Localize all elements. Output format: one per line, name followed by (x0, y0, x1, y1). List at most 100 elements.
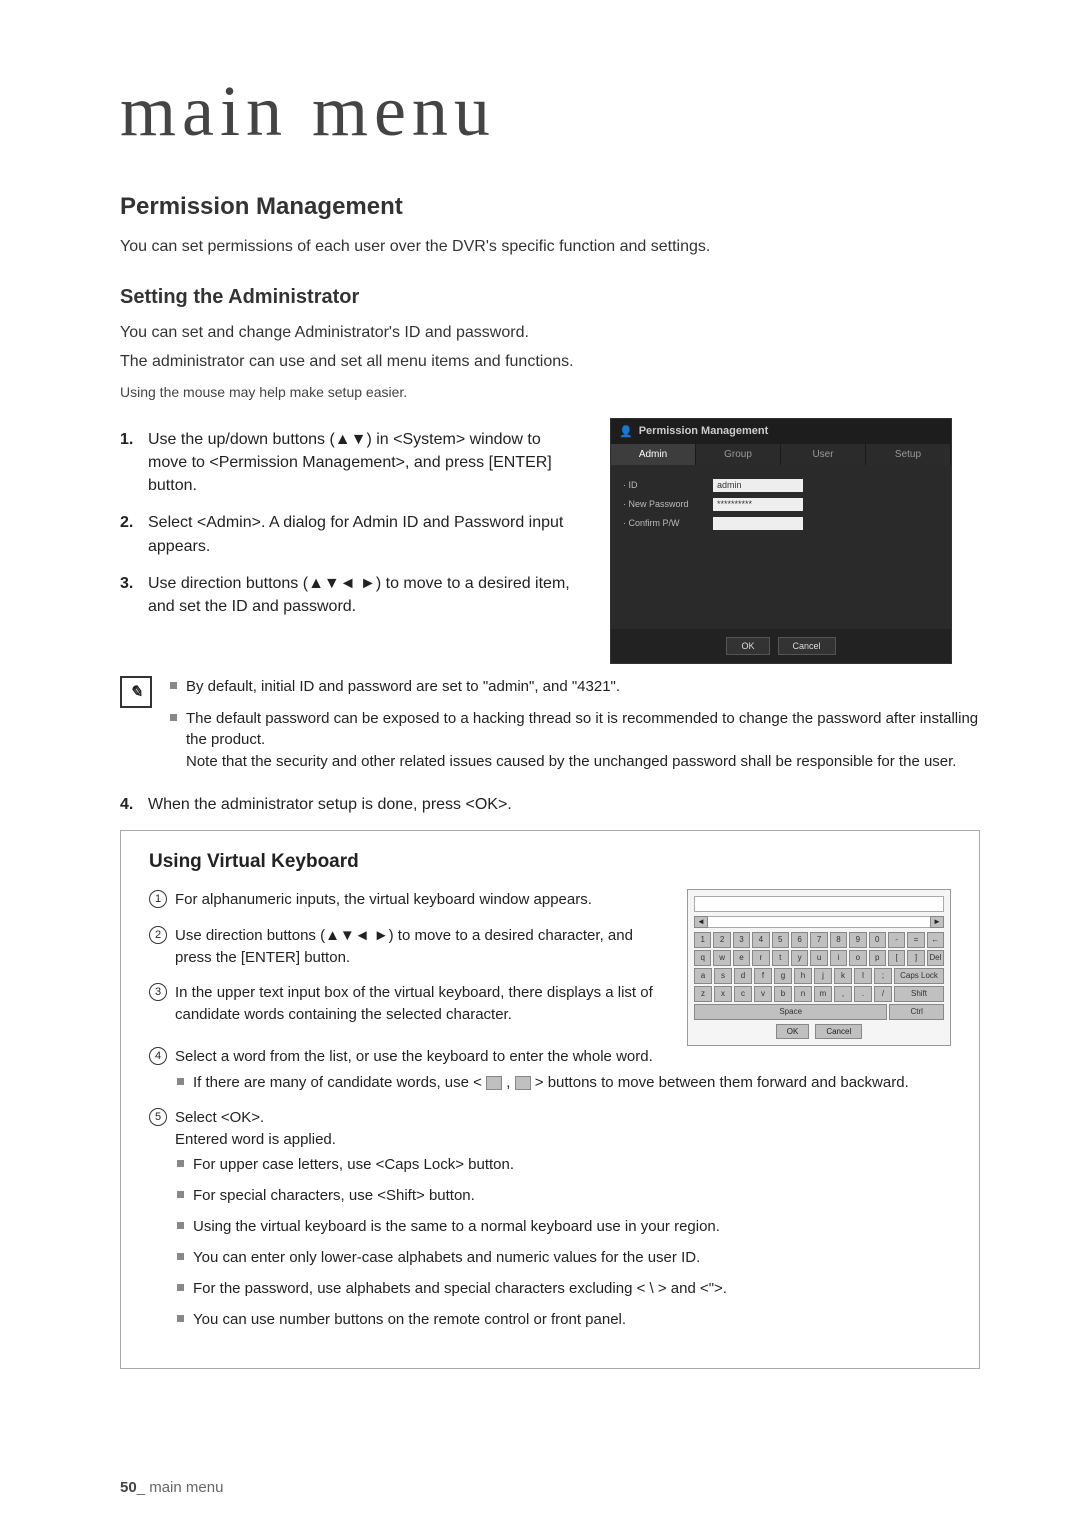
key-v[interactable]: v (754, 986, 772, 1002)
virtual-keyboard-screenshot: ◄ ► 1 2 3 4 5 6 7 8 9 0 (687, 889, 951, 1046)
tab-setup[interactable]: Setup (866, 444, 951, 465)
step-1: Use the up/down buttons (▲▼) in <System>… (120, 428, 580, 498)
candidate-right-arrow[interactable]: ► (930, 916, 944, 928)
key-minus[interactable]: - (888, 932, 905, 948)
key-shift[interactable]: Shift (894, 986, 944, 1002)
kbd-row-2: q w e r t y u i o p [ ] Del (694, 950, 944, 966)
key-l[interactable]: l (854, 968, 872, 984)
key-8[interactable]: 8 (830, 932, 847, 948)
dvr-footer: OK Cancel (611, 629, 951, 663)
dvr-cancel-button[interactable]: Cancel (778, 637, 836, 655)
section-intro: You can set permissions of each user ove… (120, 235, 980, 258)
vk-step-4-sub-item: If there are many of candidate words, us… (175, 1072, 951, 1093)
key-z[interactable]: z (694, 986, 712, 1002)
note-default-creds: By default, initial ID and password are … (166, 676, 980, 698)
kbd-footer: OK Cancel (694, 1024, 944, 1039)
newpw-input[interactable]: ********** (713, 498, 803, 511)
key-2[interactable]: 2 (713, 932, 730, 948)
mouse-note: Using the mouse may help make setup easi… (120, 382, 980, 402)
key-o[interactable]: o (849, 950, 866, 966)
scroll-right-icon (515, 1076, 531, 1090)
vk-two-col: For alphanumeric inputs, the virtual key… (149, 889, 951, 1046)
key-a[interactable]: a (694, 968, 712, 984)
candidate-list[interactable] (708, 916, 930, 928)
key-m[interactable]: m (814, 986, 832, 1002)
tab-group[interactable]: Group (696, 444, 781, 465)
key-rbracket[interactable]: ] (907, 950, 924, 966)
key-w[interactable]: w (713, 950, 730, 966)
key-t[interactable]: t (772, 950, 789, 966)
kbd-candidate-bar: ◄ ► (694, 916, 944, 928)
tip-userid: You can enter only lower-case alphabets … (175, 1247, 951, 1268)
key-capslock[interactable]: Caps Lock (894, 968, 944, 984)
subsection-setting-admin: Setting the Administrator (120, 286, 980, 309)
key-u[interactable]: u (810, 950, 827, 966)
key-x[interactable]: x (714, 986, 732, 1002)
kbd-cancel-button[interactable]: Cancel (815, 1024, 862, 1039)
key-s[interactable]: s (714, 968, 732, 984)
key-period[interactable]: . (854, 986, 872, 1002)
key-y[interactable]: y (791, 950, 808, 966)
key-e[interactable]: e (733, 950, 750, 966)
key-ctrl[interactable]: Ctrl (889, 1004, 944, 1020)
key-lbracket[interactable]: [ (888, 950, 905, 966)
key-backspace[interactable]: ← (927, 932, 944, 948)
dvr-permission-screenshot: 👤 Permission Management Admin Group User… (610, 418, 952, 664)
vk-step-5a: Select <OK>. (175, 1109, 264, 1126)
dvr-body: · ID admin · New Password ********** · C… (611, 465, 951, 629)
key-c[interactable]: c (734, 986, 752, 1002)
vk-heading: Using Virtual Keyboard (149, 851, 951, 873)
id-input[interactable]: admin (713, 479, 803, 492)
key-slash[interactable]: / (874, 986, 892, 1002)
confirm-input[interactable] (713, 517, 803, 530)
admin-steps-col: Use the up/down buttons (▲▼) in <System>… (120, 418, 580, 632)
tab-admin[interactable]: Admin (611, 444, 696, 465)
tip-capslock: For upper case letters, use <Caps Lock> … (175, 1154, 951, 1175)
key-7[interactable]: 7 (810, 932, 827, 948)
vk-step-2: Use direction buttons (▲▼◄ ►) to move to… (149, 925, 667, 969)
dvr-confirm-row: · Confirm P/W (623, 517, 939, 530)
key-g[interactable]: g (774, 968, 792, 984)
key-h[interactable]: h (794, 968, 812, 984)
key-3[interactable]: 3 (733, 932, 750, 948)
key-space[interactable]: Space (694, 1004, 887, 1020)
vk-steps-col: For alphanumeric inputs, the virtual key… (149, 889, 667, 1040)
key-9[interactable]: 9 (849, 932, 866, 948)
vk-steps: For alphanumeric inputs, the virtual key… (149, 889, 667, 1026)
admin-two-col: Use the up/down buttons (▲▼) in <System>… (120, 418, 980, 664)
key-d[interactable]: d (734, 968, 752, 984)
key-p[interactable]: p (869, 950, 886, 966)
key-comma[interactable]: , (834, 986, 852, 1002)
key-0[interactable]: 0 (869, 932, 886, 948)
dvr-ok-button[interactable]: OK (726, 637, 769, 655)
admin-steps: Use the up/down buttons (▲▼) in <System>… (120, 428, 580, 618)
key-n[interactable]: n (794, 986, 812, 1002)
key-5[interactable]: 5 (772, 932, 789, 948)
key-6[interactable]: 6 (791, 932, 808, 948)
key-f[interactable]: f (754, 968, 772, 984)
vk-step-4-sub: If there are many of candidate words, us… (175, 1072, 951, 1093)
admin-p2: The administrator can use and set all me… (120, 350, 980, 373)
key-q[interactable]: q (694, 950, 711, 966)
kbd-ok-button[interactable]: OK (776, 1024, 810, 1039)
section-heading-permission-management: Permission Management (120, 193, 980, 221)
kbd-row-3: a s d f g h j k l ; Caps Lock (694, 968, 944, 984)
kbd-text-input[interactable] (694, 896, 944, 912)
key-k[interactable]: k (834, 968, 852, 984)
key-del[interactable]: Del (927, 950, 944, 966)
key-r[interactable]: r (752, 950, 769, 966)
key-semicolon[interactable]: ; (874, 968, 892, 984)
tip-password: For the password, use alphabets and spec… (175, 1278, 951, 1299)
tip-number-buttons: You can use number buttons on the remote… (175, 1309, 951, 1330)
key-b[interactable]: b (774, 986, 792, 1002)
tab-user[interactable]: User (781, 444, 866, 465)
id-label: · ID (623, 480, 713, 490)
candidate-left-arrow[interactable]: ◄ (694, 916, 708, 928)
key-4[interactable]: 4 (752, 932, 769, 948)
key-1[interactable]: 1 (694, 932, 711, 948)
key-i[interactable]: i (830, 950, 847, 966)
key-equals[interactable]: = (907, 932, 924, 948)
key-j[interactable]: j (814, 968, 832, 984)
vk-step-5: Select <OK>. Entered word is applied. Fo… (149, 1107, 951, 1331)
admin-notes: By default, initial ID and password are … (166, 676, 980, 783)
